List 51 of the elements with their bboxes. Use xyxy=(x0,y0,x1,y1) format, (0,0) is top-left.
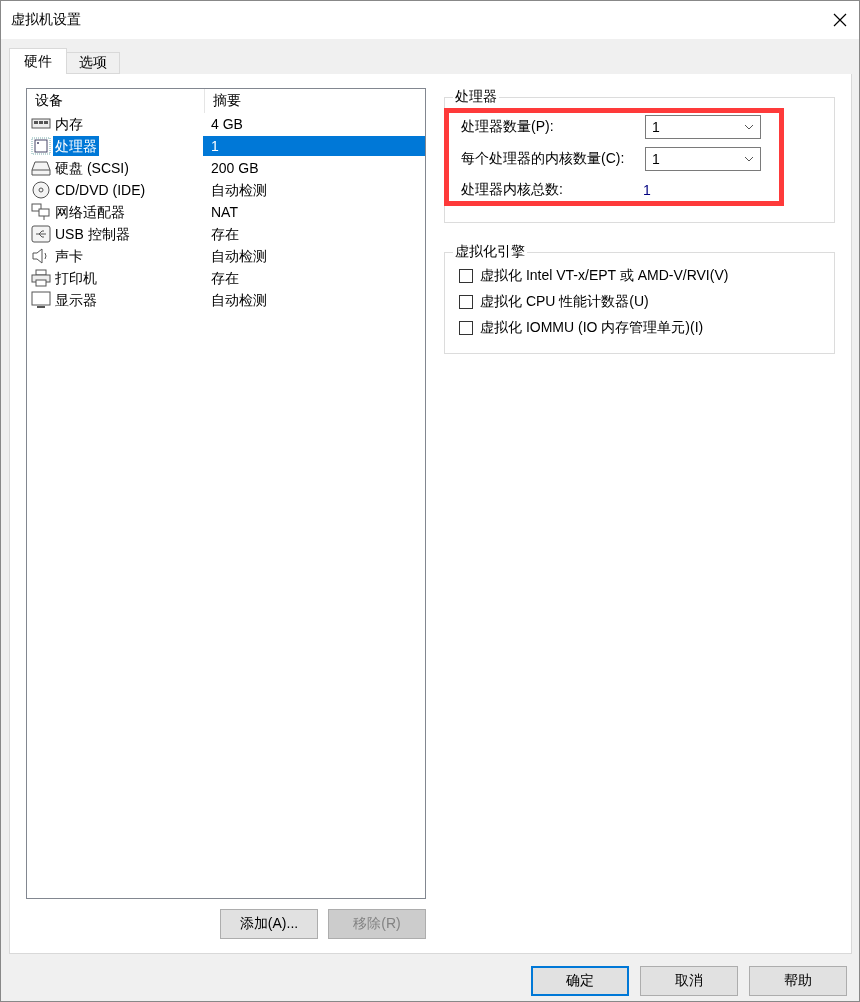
printer-icon xyxy=(31,269,51,287)
checkbox[interactable] xyxy=(459,269,473,283)
group-title: 虚拟化引擎 xyxy=(454,243,526,261)
cancel-button[interactable]: 取消 xyxy=(640,966,738,996)
ok-button[interactable]: 确定 xyxy=(531,966,629,996)
device-summary: 200 GB xyxy=(210,159,260,178)
checkbox-label: 虚拟化 Intel VT-x/EPT 或 AMD-V/RVI(V) xyxy=(480,267,729,285)
device-summary: 1 xyxy=(203,136,425,156)
dropdown[interactable]: 1 xyxy=(645,147,761,171)
chevron-icon xyxy=(744,156,754,162)
group-title: 处理器 xyxy=(454,88,498,106)
field-label: 处理器内核总数: xyxy=(461,181,563,199)
close-icon[interactable] xyxy=(833,13,847,27)
tab[interactable]: 选项 xyxy=(66,52,120,74)
device-summary: NAT xyxy=(210,203,239,222)
device-name[interactable]: 网络适配器 xyxy=(53,202,127,222)
checkbox-label: 虚拟化 IOMMU (IO 内存管理单元)(I) xyxy=(480,319,704,337)
help-button[interactable]: 帮助 xyxy=(749,966,847,996)
chip-icon xyxy=(31,137,51,155)
usb-icon xyxy=(31,225,51,243)
device-name[interactable]: 显示器 xyxy=(53,290,99,310)
disc-icon xyxy=(31,181,51,199)
device-summary: 自动检测 xyxy=(210,181,268,200)
network-icon xyxy=(31,203,51,221)
field-label: 处理器数量(P): xyxy=(461,118,554,136)
tab[interactable]: 硬件 xyxy=(9,48,67,74)
device-name[interactable]: 声卡 xyxy=(53,246,85,266)
hard-drive-icon xyxy=(31,159,51,177)
window-title: 虚拟机设置 xyxy=(11,11,81,29)
field-label: 每个处理器的内核数量(C): xyxy=(461,150,625,168)
device-name[interactable]: 硬盘 (SCSI) xyxy=(53,158,131,178)
device-summary: 存在 xyxy=(210,269,240,288)
checkbox[interactable] xyxy=(459,321,473,335)
device-summary: 存在 xyxy=(210,225,240,244)
column-header[interactable]: 设备 xyxy=(27,89,205,113)
device-summary: 自动检测 xyxy=(210,247,268,266)
checkbox-label: 虚拟化 CPU 性能计数器(U) xyxy=(480,293,649,311)
checkbox[interactable] xyxy=(459,295,473,309)
total-value: 1 xyxy=(642,182,651,198)
device-name[interactable]: 内存 xyxy=(53,114,85,134)
device-name[interactable]: 打印机 xyxy=(53,268,99,288)
dropdown[interactable]: 1 xyxy=(645,115,761,139)
add-button[interactable]: 添加(A)... xyxy=(220,909,318,939)
chevron-icon xyxy=(744,124,754,130)
column-header[interactable]: 摘要 xyxy=(205,89,241,113)
device-summary: 4 GB xyxy=(210,115,244,134)
device-name[interactable]: 处理器 xyxy=(53,136,99,156)
monitor-icon xyxy=(31,291,51,309)
device-name[interactable]: CD/DVD (IDE) xyxy=(53,180,148,200)
device-name[interactable]: USB 控制器 xyxy=(53,224,132,244)
device-summary: 自动检测 xyxy=(210,291,268,310)
